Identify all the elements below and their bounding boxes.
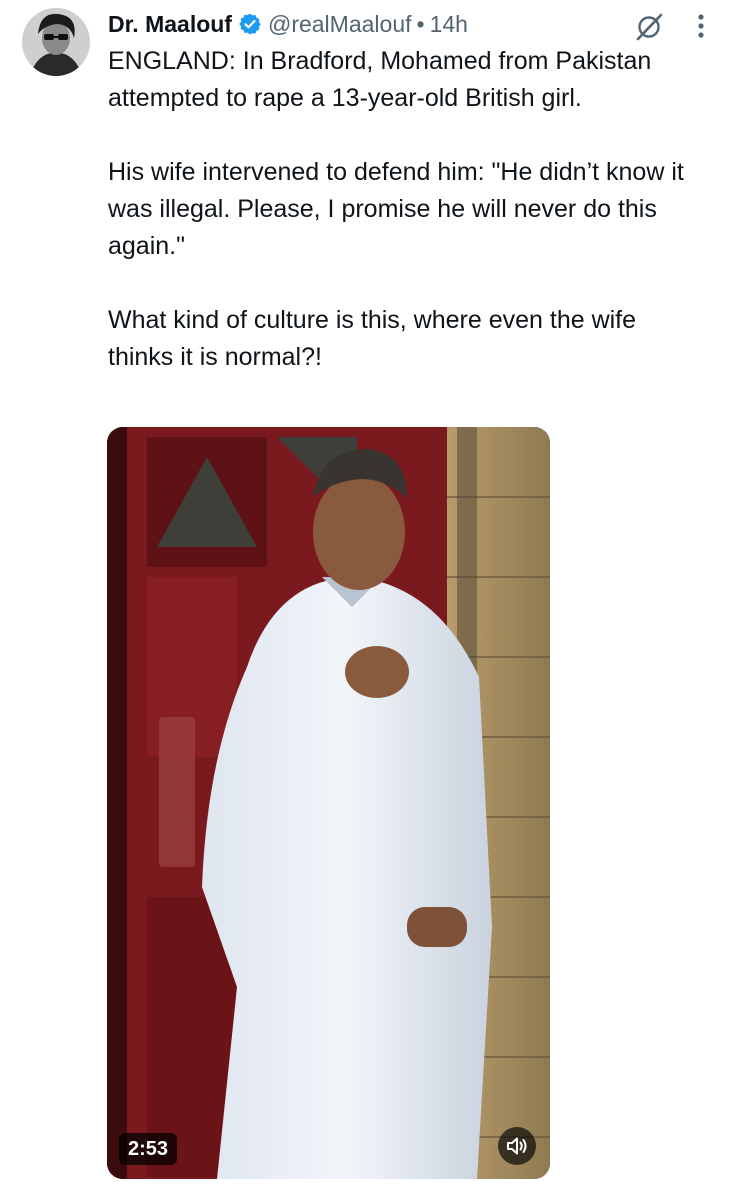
tweet-header: Dr. Maalouf @realMaalouf • 14h	[108, 6, 468, 42]
tweet-paragraph: His wife intervened to defend him: "He d…	[108, 158, 684, 260]
more-options-icon[interactable]	[688, 10, 714, 42]
grok-icon[interactable]	[634, 12, 664, 42]
tweet-text: ENGLAND: In Bradford, Mohamed from Pakis…	[108, 43, 708, 376]
tweet-paragraph: What kind of culture is this, where even…	[108, 306, 637, 371]
avatar[interactable]	[22, 8, 90, 76]
header-separator: •	[416, 11, 425, 37]
tweet-paragraph: ENGLAND: In Bradford, Mohamed from Pakis…	[108, 47, 652, 112]
author-handle[interactable]: @realMaalouf	[268, 6, 412, 42]
video-duration: 2:53	[119, 1133, 178, 1165]
video-player[interactable]: 2:53	[107, 427, 550, 1179]
volume-icon	[507, 1137, 527, 1155]
tweet[interactable]: Dr. Maalouf @realMaalouf • 14h ENGLAND: …	[0, 0, 733, 1200]
video-thumbnail	[107, 427, 550, 1179]
author-display-name[interactable]: Dr. Maalouf	[108, 6, 232, 42]
tweet-timestamp[interactable]: 14h	[430, 6, 468, 42]
verified-badge-icon	[238, 12, 262, 36]
mute-button[interactable]	[498, 1127, 536, 1165]
